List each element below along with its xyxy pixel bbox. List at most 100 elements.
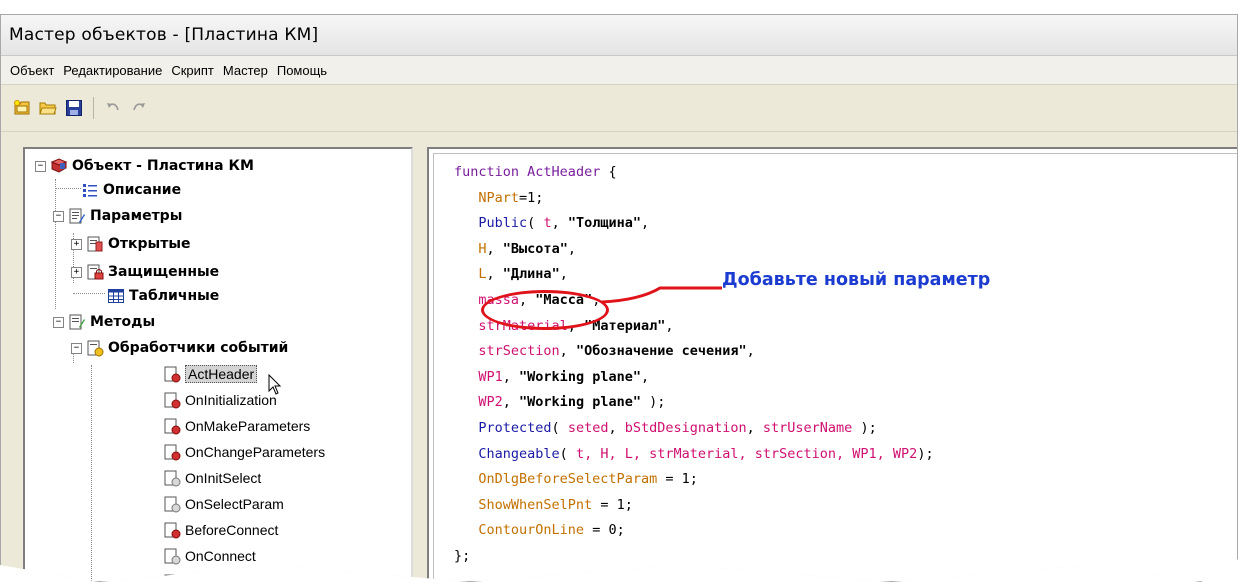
save-icon xyxy=(66,100,82,116)
tree-label-parameters: Параметры xyxy=(90,208,183,224)
tree-label-event: OnConnect xyxy=(185,548,256,564)
object-tree[interactable]: − Объект - Пластина КМ Описание − Параме… xyxy=(23,147,413,582)
tree-node-event[interactable]: OnSelectParam xyxy=(163,493,284,515)
script-editor-frame: function ActHeader { NPart=1; Public( t,… xyxy=(433,153,1237,581)
toolbar xyxy=(1,85,1237,132)
tree-node-event[interactable]: OnMakeParameters xyxy=(163,415,310,437)
redo-button[interactable] xyxy=(128,97,150,119)
collapse-toggle[interactable]: − xyxy=(35,160,46,172)
tree-label-event-selected: ActHeader xyxy=(185,365,258,383)
table-icon xyxy=(108,289,124,303)
tree-label-methods: Методы xyxy=(90,314,156,330)
code-line: WP1, "Working plane", xyxy=(478,368,650,385)
expand-toggle[interactable]: + xyxy=(71,266,82,278)
tree-node-event[interactable]: OnChangeParameters xyxy=(163,441,325,463)
mouse-cursor-icon xyxy=(268,374,282,395)
event-icon xyxy=(164,444,181,461)
expand-toggle[interactable]: + xyxy=(71,238,82,250)
code-line: Protected( seted, bStdDesignation, strUs… xyxy=(478,419,877,436)
event-icon xyxy=(164,366,181,383)
script-code[interactable]: function ActHeader { NPart=1; Public( t,… xyxy=(454,160,934,570)
tree-node-event[interactable]: OnConnect xyxy=(163,545,256,567)
menu-edit[interactable]: Редактирование xyxy=(62,61,163,80)
code-line: H, "Высота", xyxy=(478,240,576,257)
event-inactive-icon xyxy=(164,470,181,487)
code-line: }; xyxy=(454,547,471,564)
tree-label-event: OnAddObject xyxy=(185,574,270,582)
code-line: Public( t, "Толщина", xyxy=(478,215,650,232)
open-button[interactable] xyxy=(37,97,59,119)
tree-node-open-params[interactable]: + Открытые xyxy=(71,233,190,255)
tree-line xyxy=(55,179,56,309)
tree-node-event-handlers[interactable]: − Обработчики событий xyxy=(71,337,288,359)
script-editor[interactable]: function ActHeader { NPart=1; Public( t,… xyxy=(427,147,1237,581)
collapse-toggle[interactable]: − xyxy=(53,210,64,222)
tree-line xyxy=(55,188,81,189)
menu-wizard[interactable]: Мастер xyxy=(222,61,269,80)
open-folder-icon xyxy=(39,102,57,115)
tree-label-description: Описание xyxy=(103,182,182,198)
window-title: Мастер объектов - [Пластина КМ] xyxy=(9,25,319,45)
tree-node-parameters[interactable]: − Параметры xyxy=(53,205,182,227)
event-icon xyxy=(164,392,181,409)
tree-node-root[interactable]: − Объект - Пластина КМ xyxy=(35,155,254,177)
menu-object[interactable]: Объект xyxy=(9,61,55,80)
annotation-pointer xyxy=(601,286,722,304)
collapse-toggle[interactable]: − xyxy=(71,342,82,354)
list-icon xyxy=(83,184,97,197)
new-icon xyxy=(14,100,30,115)
title-bar: Мастер объектов - [Пластина КМ] xyxy=(1,15,1237,56)
code-line: ShowWhenSelPnt = 1; xyxy=(478,496,633,513)
tree-node-protected-params[interactable]: + Защищенные xyxy=(71,261,219,283)
code-line: strSection, "Обозначение сечения", xyxy=(478,343,755,360)
tree-node-event[interactable]: OnAddObject xyxy=(163,571,270,582)
menu-help[interactable]: Помощь xyxy=(276,61,328,80)
undo-icon xyxy=(107,103,119,111)
code-line: OnDlgBeforeSelectParam = 1; xyxy=(478,471,698,488)
tree-label-event: OnMakeParameters xyxy=(185,418,311,434)
tree-label-event-handlers: Обработчики событий xyxy=(108,340,289,356)
tree-label-open-params: Открытые xyxy=(108,236,191,252)
tree-label-event: OnChangeParameters xyxy=(185,444,326,460)
code-line: ContourOnLine = 0; xyxy=(478,522,625,539)
tree-label-event: OnSelectParam xyxy=(185,496,284,512)
new-button[interactable] xyxy=(11,97,33,119)
tree-label-root: Объект - Пластина КМ xyxy=(72,158,254,174)
tree-label-tabular-params: Табличные xyxy=(129,288,220,304)
open-params-icon xyxy=(87,236,103,252)
tree-node-event[interactable]: BeforeConnect xyxy=(163,519,278,541)
menu-bar: Объект Редактирование Скрипт Мастер Помо… xyxy=(1,56,1237,85)
tree-label-event: OnInitSelect xyxy=(185,470,262,486)
tree-node-methods[interactable]: − Методы xyxy=(53,311,155,333)
event-icon xyxy=(164,522,181,539)
undo-button[interactable] xyxy=(102,97,124,119)
object-3d-icon xyxy=(50,158,68,173)
code-line: WP2, "Working plane" ); xyxy=(478,394,666,411)
event-inactive-icon xyxy=(164,548,181,565)
menu-script[interactable]: Скрипт xyxy=(170,61,215,80)
toolbar-separator xyxy=(93,97,94,119)
tree-label-event: BeforeConnect xyxy=(185,522,279,538)
tree-label-protected-params: Защищенные xyxy=(108,264,220,280)
tree-node-event[interactable]: OnInitSelect xyxy=(163,467,261,489)
event-inactive-icon xyxy=(164,496,181,513)
tree-line xyxy=(73,293,105,294)
event-inactive-icon xyxy=(164,574,177,581)
tree-node-tabular-params[interactable]: Табличные xyxy=(107,285,219,307)
tree-node-description[interactable]: Описание xyxy=(81,179,181,201)
tree-line xyxy=(91,365,92,581)
methods-icon xyxy=(69,314,85,330)
code-line: L, "Длина", xyxy=(478,266,568,283)
code-line: Changeable( t, H, L, strMaterial, strSec… xyxy=(478,445,934,462)
code-line: function ActHeader { xyxy=(454,164,617,180)
tree-node-event[interactable]: ActHeader xyxy=(163,363,258,385)
highlight-ellipse xyxy=(481,290,609,330)
event-document-icon xyxy=(87,340,104,357)
redo-icon xyxy=(133,103,145,111)
save-button[interactable] xyxy=(63,97,85,119)
lock-document-icon xyxy=(87,264,104,280)
tree-node-event[interactable]: OnInitialization xyxy=(163,389,277,411)
document-edit-icon xyxy=(69,208,85,224)
collapse-toggle[interactable]: − xyxy=(53,316,64,328)
event-icon xyxy=(164,418,181,435)
